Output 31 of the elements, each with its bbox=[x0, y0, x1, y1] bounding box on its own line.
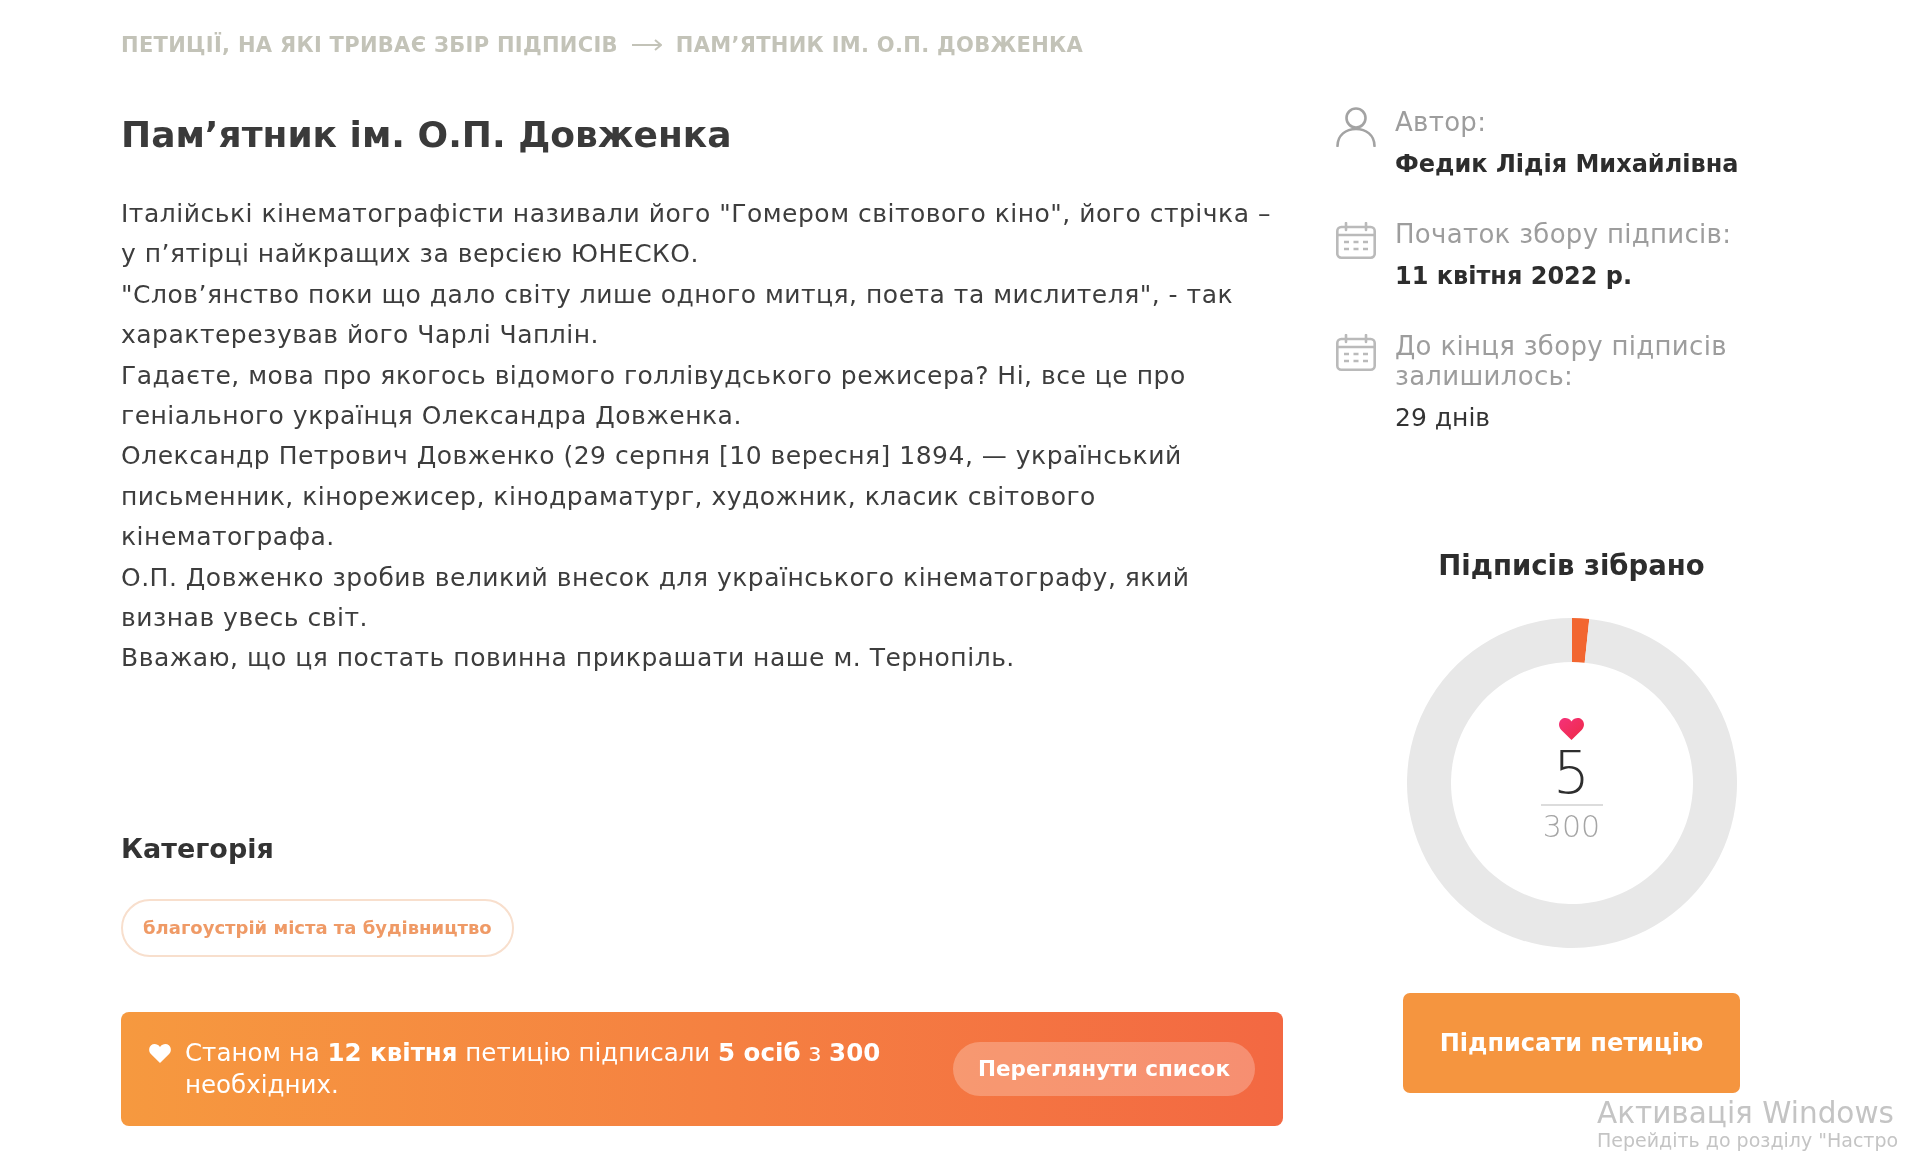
breadcrumb-link[interactable]: ПЕТИЦІЇ, НА ЯКІ ТРИВАЄ ЗБІР ПІДПИСІВ bbox=[121, 31, 618, 59]
heart-icon bbox=[1559, 718, 1584, 740]
detail-label: До кінця збору підписів залишилось: bbox=[1395, 331, 1728, 391]
petition-title: Пам’ятник ім. О.П. Довженка bbox=[121, 113, 733, 157]
detail-label: Початок збору підписів: bbox=[1395, 219, 1733, 249]
description-paragraph: Вважаю, що ця постать повинна прикрашати наше м. Тернопіль. bbox=[121, 642, 1016, 675]
status-text: Станом на 12 квітня петицію підписали 5 осіб з 300 необхідних. bbox=[185, 1036, 882, 1101]
chart-title: Підписів зібрано bbox=[1438, 548, 1705, 583]
activation-notice-title: Активація Windows bbox=[1597, 1096, 1895, 1130]
detail-value: Федик Лідія Михайлівна bbox=[1395, 149, 1740, 179]
user-icon bbox=[1336, 107, 1376, 147]
detail-value: 29 днів bbox=[1395, 403, 1492, 433]
activation-notice-text: Перейдіть до розділу "Настро bbox=[1597, 1130, 1899, 1151]
arrow-right-icon bbox=[631, 39, 662, 51]
signature-count: 5 bbox=[1553, 743, 1590, 803]
description-paragraph: Олександр Петрович Довженко (29 серпня [10 вересня] 1894, — український письменник, кінорежисер, кінодраматург, художник, класик світового кінематографа. bbox=[121, 440, 1183, 554]
calendar-icon bbox=[1336, 222, 1376, 259]
calendar-icon bbox=[1336, 334, 1376, 371]
description-paragraph: О.П. Довженко зробив великий внесок для українського кінематографу, який визнав увесь світ. bbox=[121, 561, 1191, 635]
category-tag[interactable]: благоустрій міста та будівництво bbox=[121, 898, 514, 957]
detail-label: Автор: bbox=[1395, 107, 1488, 137]
category-heading: Категорія bbox=[121, 831, 275, 866]
signature-goal: 300 bbox=[1542, 811, 1601, 843]
description-paragraph: Італійські кінематографісти називали його "Гомером світового кіно", його стрічка – у п’ятірці найкращих за версією ЮНЕСКО. bbox=[121, 198, 1272, 271]
view-list-button[interactable]: Переглянути список bbox=[953, 1041, 1255, 1096]
description-paragraph: "Слов’янство поки що дало світу лише одного митця, поета та мислителя", - так характерезував його Чарлі Чаплін. bbox=[121, 278, 1235, 352]
breadcrumb-link[interactable]: ПАМ’ЯТНИК ІМ. О.П. ДОВЖЕНКА bbox=[675, 31, 1084, 59]
description-paragraph: Гадаєте, мова про якогось відомого голлівудського режисера? Ні, все це про геніального українця Олександра Довженка. bbox=[121, 359, 1187, 433]
heart-icon bbox=[149, 1043, 171, 1063]
sign-petition-button[interactable]: Підписати петицію bbox=[1403, 993, 1740, 1093]
detail-value: 11 квітня 2022 р. bbox=[1395, 261, 1634, 291]
